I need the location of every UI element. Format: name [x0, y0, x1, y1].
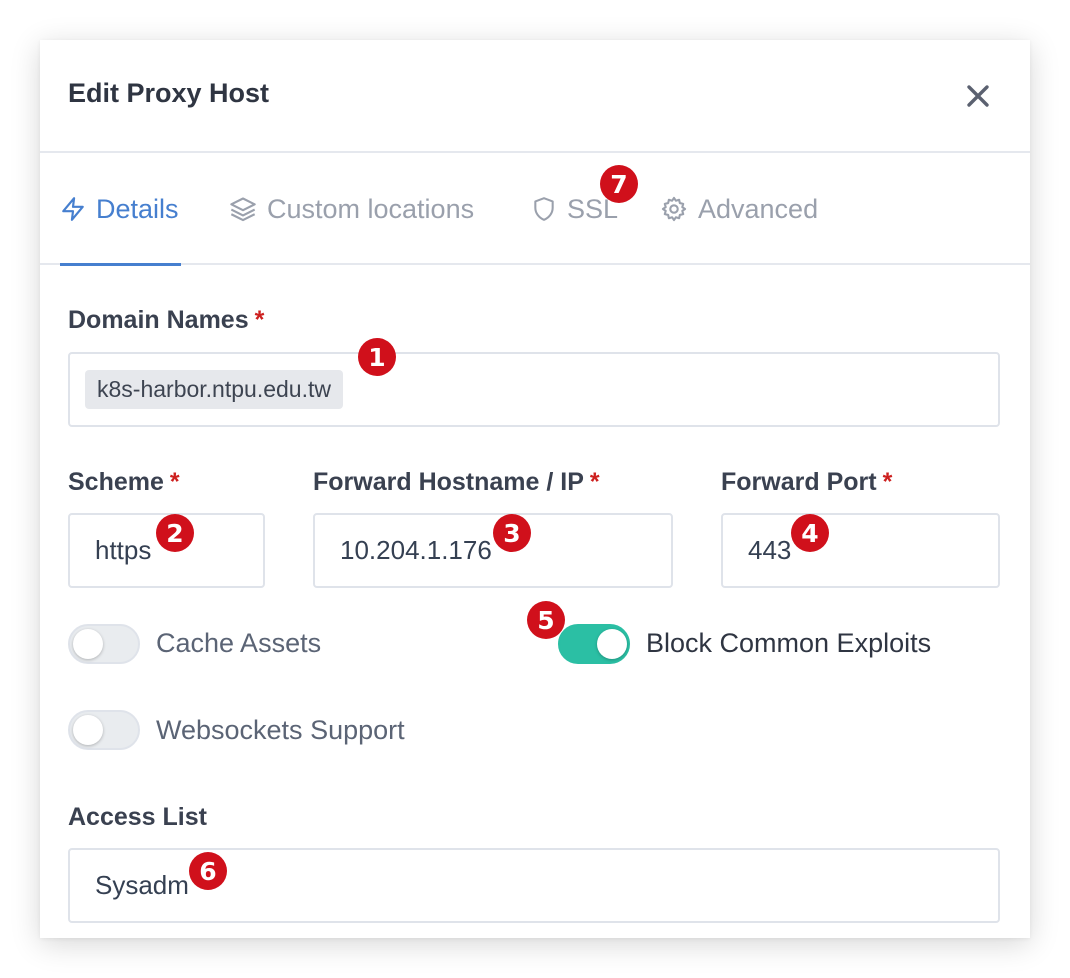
required-marker: * [169, 468, 180, 496]
gear-icon [661, 196, 687, 222]
annotation-badge-7: 7 [600, 165, 638, 203]
access-list-value: Sysadm [95, 870, 189, 900]
tab-bar: Details Custom locations SSL Advanced [40, 153, 1030, 266]
domain-names-input[interactable]: k8s-harbor.ntpu.edu.tw [68, 352, 1000, 427]
websockets-support-toggle[interactable] [68, 710, 140, 750]
block-common-exploits-label: Block Common Exploits [646, 628, 932, 658]
block-common-exploits-toggle[interactable] [558, 624, 630, 664]
close-button[interactable] [958, 76, 998, 116]
tab-details[interactable]: Details [60, 153, 179, 265]
layers-icon [230, 197, 256, 222]
access-list-label: Access List [68, 803, 207, 831]
forward-hostname-label: Forward Hostname / IP * [313, 468, 600, 497]
scheme-label-text: Scheme [68, 468, 164, 496]
forward-port-label: Forward Port * [721, 468, 892, 497]
annotation-badge-5: 5 [527, 601, 565, 639]
cache-assets-label: Cache Assets [156, 628, 322, 658]
close-icon [967, 85, 989, 107]
annotation-badge-2: 2 [156, 514, 194, 552]
tab-custom-locations[interactable]: Custom locations [229, 153, 474, 265]
bolt-icon [62, 197, 84, 221]
tab-advanced[interactable]: Advanced [660, 153, 818, 265]
domain-names-label: Domain Names * [68, 306, 264, 335]
toggle-knob [597, 629, 627, 659]
annotation-badge-1: 1 [358, 338, 396, 376]
modal-title: Edit Proxy Host [68, 78, 270, 108]
annotation-badge-4: 4 [791, 514, 829, 552]
shield-icon [534, 197, 554, 221]
tab-details-label: Details [96, 193, 179, 224]
active-tab-indicator [60, 263, 181, 266]
forward-port-input[interactable]: 443 [721, 513, 1000, 588]
required-marker: * [254, 306, 265, 334]
forward-port-value: 443 [748, 535, 792, 565]
annotation-badge-3: 3 [493, 514, 531, 552]
forward-hostname-value: 10.204.1.176 [340, 535, 492, 565]
toggle-knob [73, 629, 103, 659]
annotation-badge-6: 6 [189, 852, 227, 890]
scheme-value: https [95, 535, 152, 565]
required-marker: * [589, 468, 600, 496]
websockets-support-label: Websockets Support [156, 715, 405, 745]
required-marker: * [882, 468, 893, 496]
forward-hostname-label-text: Forward Hostname / IP [313, 468, 584, 496]
modal-header: Edit Proxy Host [40, 40, 1030, 153]
domain-chip[interactable]: k8s-harbor.ntpu.edu.tw [85, 370, 343, 409]
scheme-label: Scheme * [68, 468, 180, 497]
tab-advanced-label: Advanced [698, 193, 819, 224]
edit-proxy-host-modal: Edit Proxy Host Details Custom locations [40, 40, 1030, 938]
toggle-knob [73, 715, 103, 745]
forward-hostname-input[interactable]: 10.204.1.176 [313, 513, 673, 588]
domain-names-label-text: Domain Names [68, 306, 249, 334]
forward-port-label-text: Forward Port [721, 468, 877, 496]
cache-assets-toggle[interactable] [68, 624, 140, 664]
tab-custom-locations-label: Custom locations [267, 193, 475, 224]
